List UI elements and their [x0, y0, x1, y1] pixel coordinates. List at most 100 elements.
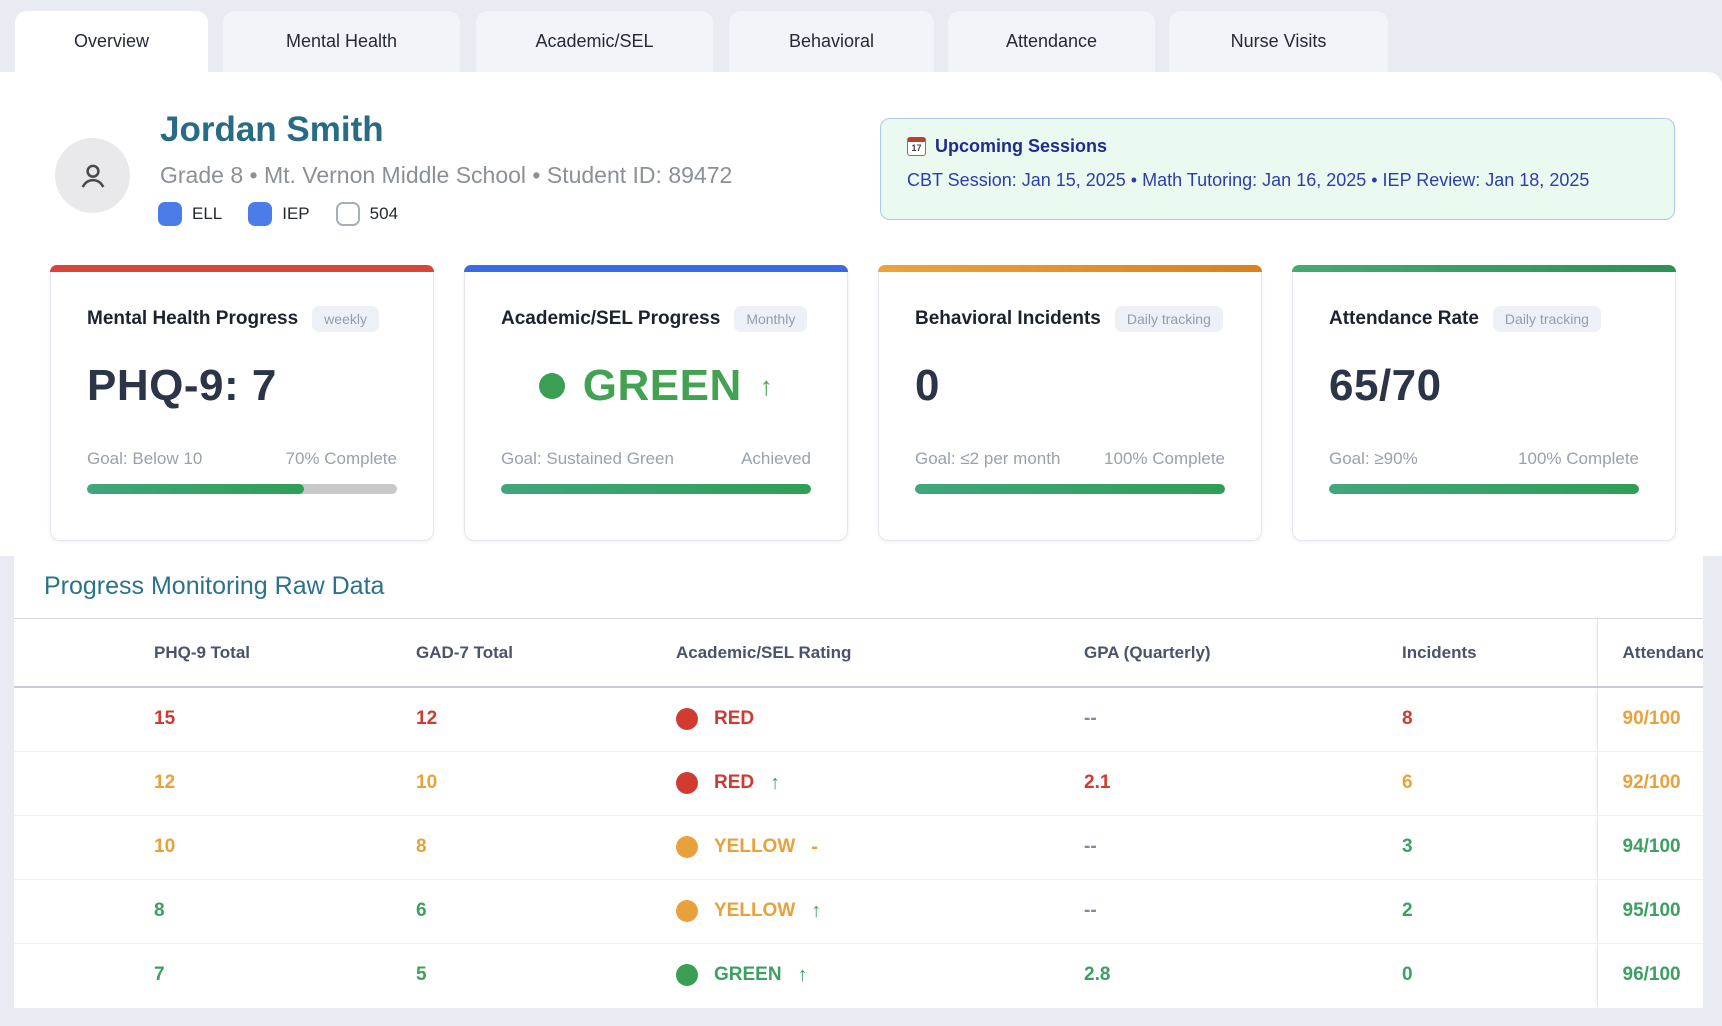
attendance-value: 95/100: [1623, 900, 1681, 921]
progress-fill: [915, 484, 1225, 494]
progress-bar: [915, 484, 1225, 494]
card-status: 70% Complete: [285, 449, 397, 469]
gad7-value: 6: [416, 900, 427, 921]
rating-dot-icon: [676, 900, 698, 922]
tab-behavioral[interactable]: Behavioral: [729, 11, 934, 72]
rating-dot-icon: [676, 772, 698, 794]
col-header-incidents: Incidents: [1402, 619, 1597, 687]
table-header-row: PHQ-9 Total GAD-7 Total Academic/SEL Rat…: [14, 619, 1703, 687]
tab-mental-health[interactable]: Mental Health: [223, 11, 460, 72]
raw-data-table: PHQ-9 Total GAD-7 Total Academic/SEL Rat…: [14, 619, 1703, 1007]
rating-label: YELLOW: [714, 900, 795, 922]
phq9-value: 7: [154, 964, 165, 985]
card-frequency-badge: Monthly: [734, 306, 807, 332]
gpa-value: --: [1084, 900, 1097, 921]
trend-flat-icon: -: [811, 836, 818, 859]
tab-academic-sel[interactable]: Academic/SEL: [476, 11, 713, 72]
user-icon: [74, 157, 112, 195]
green-status-dot-icon: [539, 373, 565, 399]
card-mental-health-progress: Mental Health Progress weekly PHQ-9: 7 G…: [50, 265, 434, 541]
progress-bar: [501, 484, 811, 494]
gad7-value: 5: [416, 964, 427, 985]
phq9-value: 15: [154, 708, 175, 729]
card-title: Academic/SEL Progress: [501, 308, 720, 330]
student-flags: ELL IEP 504: [158, 202, 398, 226]
card-accent-orange: [878, 265, 1262, 272]
rating-label: GREEN: [714, 964, 782, 986]
card-accent-red: [50, 265, 434, 272]
trend-up-icon: ↑: [760, 371, 774, 402]
card-value: 65/70: [1329, 361, 1442, 411]
card-title: Attendance Rate: [1329, 308, 1479, 330]
attendance-value: 94/100: [1623, 836, 1681, 857]
flag-iep: IEP: [248, 202, 309, 226]
table-row: 7 5 GREEN↑ 2.8 0 96/100: [14, 943, 1703, 1007]
incidents-value: 0: [1402, 964, 1413, 985]
card-academic-sel-progress: Academic/SEL Progress Monthly GREEN ↑ Go…: [464, 265, 848, 541]
col-header-phq9: PHQ-9 Total: [154, 619, 416, 687]
rating-dot-icon: [676, 964, 698, 986]
card-behavioral-incidents: Behavioral Incidents Daily tracking 0 Go…: [878, 265, 1262, 541]
ell-label: ELL: [192, 204, 222, 224]
attendance-value: 96/100: [1623, 964, 1681, 985]
upcoming-sessions-title-text: Upcoming Sessions: [935, 136, 1107, 157]
trend-up-icon: ↑: [811, 900, 821, 923]
table-row: 12 10 RED↑ 2.1 6 92/100: [14, 751, 1703, 815]
flag-504: 504: [336, 202, 398, 226]
progress-bar: [87, 484, 397, 494]
card-frequency-badge: Daily tracking: [1493, 306, 1601, 332]
card-status: 100% Complete: [1518, 449, 1639, 469]
card-frequency-badge: weekly: [312, 306, 379, 332]
iep-checkbox[interactable]: [248, 202, 272, 226]
col-header-empty: [14, 619, 154, 687]
col-header-gad7: GAD-7 Total: [416, 619, 676, 687]
student-meta: Grade 8 • Mt. Vernon Middle School • Stu…: [160, 162, 732, 189]
progress-fill: [87, 484, 304, 494]
rating-label: RED: [714, 708, 754, 730]
card-status: Achieved: [741, 449, 811, 469]
tab-nurse-visits[interactable]: Nurse Visits: [1169, 11, 1388, 72]
avatar: [55, 138, 130, 213]
raw-data-table-scroll[interactable]: PHQ-9 Total GAD-7 Total Academic/SEL Rat…: [14, 618, 1703, 1008]
col-header-attendance: Attendance: [1597, 619, 1703, 687]
phq9-value: 8: [154, 900, 165, 921]
progress-fill: [501, 484, 811, 494]
upcoming-sessions-title: 17 Upcoming Sessions: [907, 136, 1648, 157]
tab-overview[interactable]: Overview: [15, 11, 208, 72]
card-value: PHQ-9: 7: [87, 361, 277, 411]
col-header-rating: Academic/SEL Rating: [676, 619, 1084, 687]
tab-attendance[interactable]: Attendance: [948, 11, 1155, 72]
ell-checkbox[interactable]: [158, 202, 182, 226]
iep-label: IEP: [282, 204, 309, 224]
card-value: 0: [915, 361, 940, 411]
raw-data-heading: Progress Monitoring Raw Data: [44, 572, 384, 601]
incidents-value: 2: [1402, 900, 1413, 921]
gpa-value: 2.8: [1084, 964, 1110, 985]
table-row: 8 6 YELLOW ↑ -- 2 95/100: [14, 879, 1703, 943]
gpa-value: --: [1084, 708, 1097, 729]
gad7-value: 8: [416, 836, 427, 857]
phq9-value: 12: [154, 772, 175, 793]
504-label: 504: [370, 204, 398, 224]
gad7-value: 10: [416, 772, 437, 793]
student-name: Jordan Smith: [160, 110, 384, 150]
attendance-value: 90/100: [1623, 708, 1681, 729]
rating-dot-icon: [676, 836, 698, 858]
504-checkbox[interactable]: [336, 202, 360, 226]
rating-label: YELLOW: [714, 836, 795, 858]
col-header-gpa: GPA (Quarterly): [1084, 619, 1402, 687]
card-goal: Goal: Sustained Green: [501, 449, 674, 469]
card-title: Mental Health Progress: [87, 308, 298, 330]
rating-label: RED: [714, 772, 754, 794]
table-row: 15 12 RED -- 8 90/100: [14, 687, 1703, 751]
incidents-value: 8: [1402, 708, 1413, 729]
flag-ell: ELL: [158, 202, 222, 226]
card-status: 100% Complete: [1104, 449, 1225, 469]
card-frequency-badge: Daily tracking: [1115, 306, 1223, 332]
calendar-icon: 17: [907, 137, 926, 156]
card-goal: Goal: ≥90%: [1329, 449, 1418, 469]
gad7-value: 12: [416, 708, 437, 729]
card-title: Behavioral Incidents: [915, 308, 1101, 330]
card-value: GREEN: [583, 361, 742, 411]
gpa-value: 2.1: [1084, 772, 1110, 793]
